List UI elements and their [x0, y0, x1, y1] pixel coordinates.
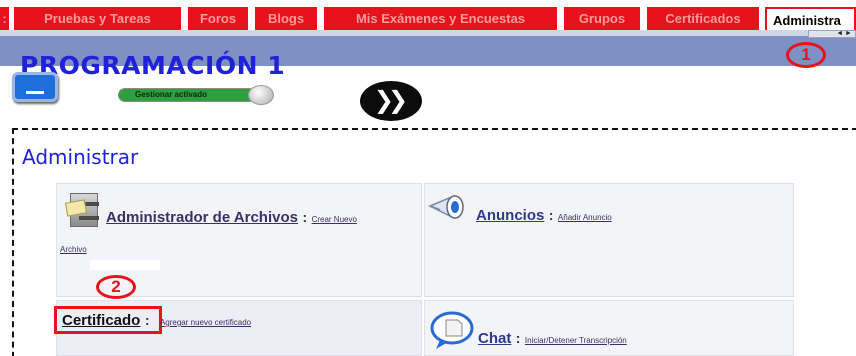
certificate-colon: : — [144, 312, 150, 328]
chat-bubble-icon — [430, 311, 474, 349]
tab-pruebas-y-tareas[interactable]: Pruebas y Tareas — [14, 7, 181, 30]
fast-forward-button[interactable]: ❯❯ — [360, 81, 422, 121]
card-announcements — [424, 183, 794, 297]
start-stop-transcription-link[interactable]: Iniciar/Detener Transcripción — [525, 336, 627, 345]
toggle-label: Gestionar activado — [118, 88, 256, 102]
tab-foros[interactable]: Foros — [188, 7, 248, 30]
tab-partial-left[interactable]: : — [0, 7, 9, 30]
course-tab-bar: : Pruebas y Tareas Foros Blogs Mis Exáme… — [0, 0, 856, 32]
announcements-row: Anuncios : Añadir Anuncio — [476, 207, 612, 225]
admin-title: Administrar — [22, 145, 139, 169]
announcements-colon: : — [548, 207, 554, 223]
cabinet-drawer — [79, 216, 99, 220]
create-file-link[interactable]: Crear Nuevo — [312, 215, 357, 224]
file-manager-row: Administrador de Archivos : Crear Nuevo — [106, 209, 357, 227]
chat-link[interactable]: Chat — [478, 330, 511, 347]
chat-row: Chat : Iniciar/Detener Transcripción — [478, 330, 627, 348]
file-manager-link[interactable]: Administrador de Archivos — [106, 209, 298, 226]
tab-scroll-arrows[interactable]: ◄ ► — [808, 30, 856, 38]
annotation-circle-2: 2 — [96, 275, 136, 299]
megaphone-icon — [428, 194, 464, 220]
create-file-link-wrap[interactable]: Archivo — [60, 245, 87, 254]
tab-grupos[interactable]: Grupos — [564, 7, 640, 30]
certificate-link[interactable]: Certificado — [62, 312, 140, 329]
page-title: PROGRAMACIÓN 1 — [20, 51, 286, 80]
tab-administrar[interactable]: Administra — [765, 7, 856, 30]
tab-certificados[interactable]: Certificados — [647, 7, 759, 30]
tab-mis-examenes-y-encuestas[interactable]: Mis Exámenes y Encuestas — [324, 7, 557, 30]
chat-colon: : — [515, 330, 521, 346]
toggle-knob[interactable] — [248, 85, 274, 105]
add-certificate-link[interactable]: Agregar nuevo certificado — [160, 318, 251, 327]
annotation-circle-1: 1 — [786, 42, 826, 68]
blank-patch — [90, 260, 160, 270]
file-manager-colon: : — [302, 209, 308, 225]
file-cabinet-icon — [64, 191, 100, 229]
announcements-link[interactable]: Anuncios — [476, 207, 544, 224]
add-announcement-link[interactable]: Añadir Anuncio — [558, 213, 612, 222]
manage-toggle[interactable]: Gestionar activado — [118, 85, 274, 105]
monitor-icon[interactable] — [12, 72, 58, 102]
tab-blogs[interactable]: Blogs — [255, 7, 317, 30]
certificate-row: Certificado : Agregar nuevo certificado — [62, 312, 251, 330]
